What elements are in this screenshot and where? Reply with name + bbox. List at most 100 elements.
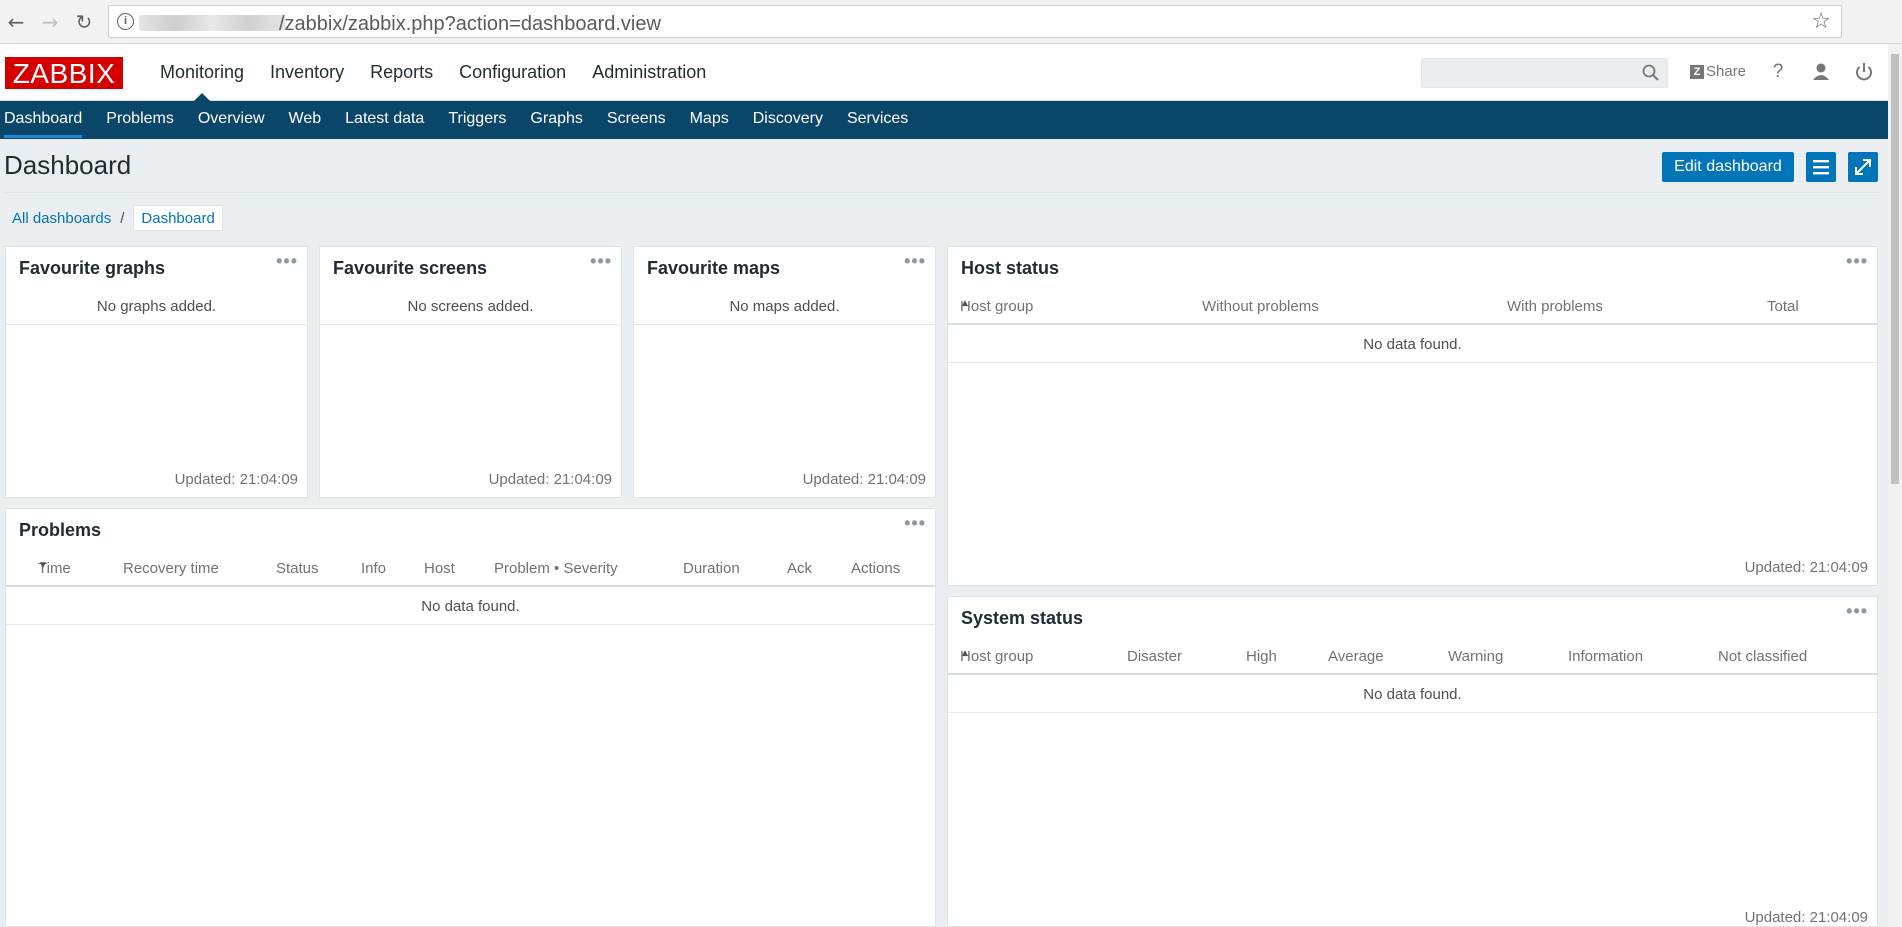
- dashboard-list-menu-icon[interactable]: [1806, 152, 1836, 182]
- column-without-problems: Without problems: [1202, 298, 1319, 315]
- updated-time: Updated: 21:04:09: [488, 471, 612, 488]
- browser-toolbar: ← → ↻ i /zabbix/zabbix.php?action=dashbo…: [0, 0, 1902, 44]
- widget-options-icon[interactable]: •••: [1846, 251, 1868, 272]
- no-data-message: No data found.: [421, 598, 520, 615]
- breadcrumb-all-dashboards[interactable]: All dashboards: [12, 210, 111, 227]
- search-icon[interactable]: [1641, 63, 1661, 83]
- submenu-overview[interactable]: Overview: [186, 101, 277, 139]
- menu-reports[interactable]: Reports: [357, 44, 446, 101]
- widget-host-status: Host status ••• Host group ▲ Without pro…: [947, 246, 1878, 586]
- column-not-classified: Not classified: [1718, 648, 1808, 665]
- divider: [6, 324, 307, 325]
- widget-favourite-graphs: Favourite graphs ••• No graphs added. Up…: [5, 246, 308, 498]
- widget-title: Host status: [961, 258, 1060, 278]
- scrollbar-thumb[interactable]: [1891, 54, 1899, 484]
- column-label: Host group: [960, 648, 1034, 665]
- widget-options-icon[interactable]: •••: [276, 251, 298, 272]
- divider: [948, 362, 1877, 363]
- updated-time: Updated: 21:04:09: [1744, 909, 1868, 926]
- column-host: Host: [424, 560, 455, 577]
- submenu-maps[interactable]: Maps: [678, 101, 741, 139]
- widget-problems: Problems ••• Time ▼ Recovery time Status…: [5, 508, 936, 927]
- submenu-services[interactable]: Services: [835, 101, 920, 139]
- sort-ascending-icon: ▲: [960, 648, 970, 659]
- empty-message: No maps added.: [729, 298, 840, 315]
- submenu-web[interactable]: Web: [277, 101, 334, 139]
- sort-descending-icon: ▼: [38, 560, 48, 571]
- column-problem-severity: Problem • Severity: [494, 560, 618, 577]
- site-info-icon[interactable]: i: [117, 13, 134, 30]
- share-z-icon: Z: [1690, 64, 1704, 79]
- help-icon[interactable]: ?: [1765, 59, 1791, 85]
- widget-title: Favourite maps: [647, 258, 781, 278]
- column-information: Information: [1568, 648, 1644, 665]
- submenu-discovery[interactable]: Discovery: [741, 101, 835, 139]
- divider: [948, 712, 1877, 713]
- column-status: Status: [276, 560, 319, 577]
- widget-options-icon[interactable]: •••: [904, 513, 926, 534]
- menu-inventory[interactable]: Inventory: [257, 44, 357, 101]
- widget-options-icon[interactable]: •••: [1846, 601, 1868, 622]
- column-high: High: [1246, 648, 1277, 665]
- main-menu: Monitoring Inventory Reports Configurati…: [147, 44, 719, 101]
- bookmark-star-icon[interactable]: ☆: [1811, 9, 1831, 34]
- user-profile-icon[interactable]: [1808, 59, 1834, 85]
- empty-message: No screens added.: [407, 298, 534, 315]
- widget-title: Problems: [19, 520, 102, 540]
- column-actions: Actions: [851, 560, 901, 577]
- search-input[interactable]: [1421, 58, 1668, 88]
- edit-dashboard-button[interactable]: Edit dashboard: [1662, 152, 1794, 182]
- page-title: Dashboard: [4, 150, 132, 180]
- menu-monitoring[interactable]: Monitoring: [147, 44, 257, 101]
- column-warning: Warning: [1448, 648, 1504, 665]
- widget-title: Favourite graphs: [19, 258, 166, 278]
- sort-ascending-icon: ▲: [960, 298, 970, 309]
- column-recovery-time: Recovery time: [123, 560, 219, 577]
- widget-options-icon[interactable]: •••: [590, 251, 612, 272]
- address-bar[interactable]: i /zabbix/zabbix.php?action=dashboard.vi…: [108, 5, 1842, 38]
- submenu-dashboard[interactable]: Dashboard: [0, 101, 94, 139]
- submenu-screens[interactable]: Screens: [595, 101, 678, 139]
- widget-title: System status: [961, 608, 1084, 628]
- no-data-message: No data found.: [1363, 336, 1462, 353]
- submenu-latest-data[interactable]: Latest data: [333, 101, 436, 139]
- column-with-problems: With problems: [1507, 298, 1603, 315]
- breadcrumb-separator: /: [120, 209, 125, 227]
- divider: [6, 624, 935, 625]
- header-divider: [948, 673, 1877, 675]
- sign-out-power-icon[interactable]: [1851, 59, 1877, 85]
- menu-configuration[interactable]: Configuration: [446, 44, 579, 101]
- back-arrow-icon[interactable]: ←: [4, 10, 28, 34]
- divider: [634, 324, 935, 325]
- updated-time: Updated: 21:04:09: [1744, 559, 1868, 576]
- widget-system-status: System status ••• Host group ▲ Disaster …: [947, 596, 1878, 927]
- share-label: Share: [1706, 63, 1747, 80]
- url-text[interactable]: /zabbix/zabbix.php?action=dashboard.view: [279, 13, 661, 36]
- column-ack: Ack: [787, 560, 813, 577]
- column-average: Average: [1328, 648, 1384, 665]
- column-total: Total: [1767, 298, 1799, 315]
- column-disaster: Disaster: [1127, 648, 1183, 665]
- widget-options-icon[interactable]: •••: [904, 251, 926, 272]
- zabbix-logo[interactable]: ZABBIX: [5, 57, 123, 89]
- divider: [320, 324, 621, 325]
- no-data-message: No data found.: [1363, 686, 1462, 703]
- page-scrollbar[interactable]: [1888, 44, 1902, 927]
- monitoring-submenu: Dashboard Problems Overview Web Latest d…: [0, 101, 1888, 139]
- submenu-graphs[interactable]: Graphs: [518, 101, 594, 139]
- empty-message: No graphs added.: [96, 298, 217, 315]
- column-duration: Duration: [683, 560, 740, 577]
- reload-icon[interactable]: ↻: [72, 10, 96, 34]
- submenu-problems[interactable]: Problems: [94, 101, 186, 139]
- header-divider: [948, 323, 1877, 325]
- menu-administration[interactable]: Administration: [579, 44, 719, 101]
- header-divider: [6, 585, 935, 587]
- zabbix-header: ZABBIX Monitoring Inventory Reports Conf…: [0, 44, 1888, 101]
- breadcrumb-current-dashboard[interactable]: Dashboard: [133, 205, 223, 231]
- share-button[interactable]: Z Share: [1690, 63, 1746, 80]
- forward-arrow-icon[interactable]: →: [38, 10, 62, 34]
- submenu-triggers[interactable]: Triggers: [436, 101, 518, 139]
- fullscreen-icon[interactable]: [1848, 152, 1878, 182]
- column-info: Info: [361, 560, 387, 577]
- blurred-host: [139, 15, 285, 31]
